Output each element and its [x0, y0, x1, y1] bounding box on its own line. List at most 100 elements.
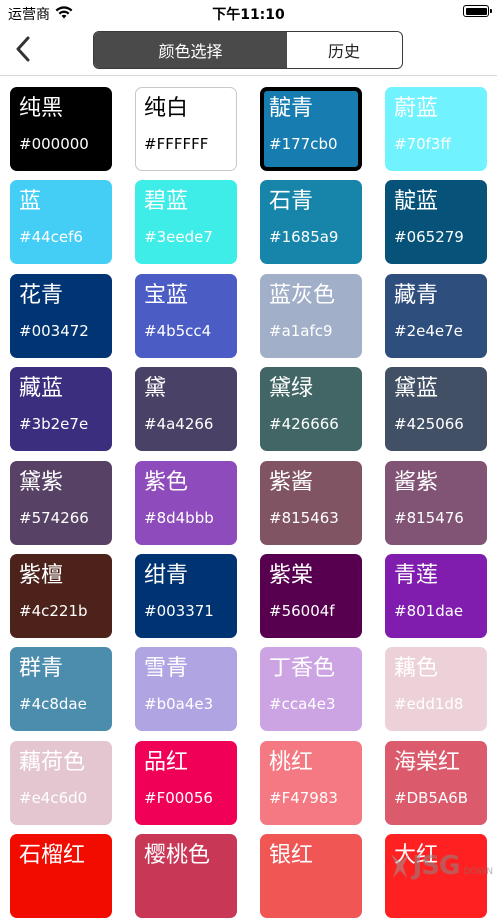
status-time: 下午11:10: [212, 7, 285, 23]
color-card[interactable]: 黛紫 #574266: [10, 461, 112, 545]
color-hex: #065279: [394, 228, 464, 246]
battery-icon: [463, 5, 492, 17]
color-hex: #3eede7: [144, 228, 213, 246]
status-bar: 运营商 下午11:10: [0, 0, 497, 26]
color-name: 雪青: [144, 656, 189, 681]
color-hex: #F47983: [269, 789, 338, 807]
color-hex: #56004f: [269, 602, 335, 620]
color-name: 纯黑: [19, 96, 64, 121]
color-card[interactable]: 品红 #F00056: [135, 741, 237, 825]
color-hex: #425066: [394, 415, 464, 433]
color-name: 绀青: [144, 563, 189, 588]
color-card[interactable]: 紫棠 #56004f: [260, 554, 362, 638]
watermark-sub: DOWN: [463, 867, 493, 877]
color-card[interactable]: 海棠红 #DB5A6B: [385, 741, 487, 825]
color-hex: #DB5A6B: [394, 789, 469, 807]
color-hex: #a1afc9: [269, 322, 333, 340]
color-card[interactable]: 酱紫 #815476: [385, 461, 487, 545]
color-card[interactable]: 蓝灰色 #a1afc9: [260, 274, 362, 358]
color-name: 黛蓝: [394, 376, 439, 401]
color-name: 紫色: [144, 470, 189, 495]
color-name: 樱桃色: [144, 843, 211, 868]
color-card[interactable]: 樱桃色: [135, 834, 237, 918]
color-hex: #8d4bbb: [144, 509, 214, 527]
color-card[interactable]: 藏蓝 #3b2e7e: [10, 367, 112, 451]
color-card[interactable]: 藏青 #2e4e7e: [385, 274, 487, 358]
color-name: 纯白: [144, 96, 189, 121]
color-card[interactable]: 黛蓝 #425066: [385, 367, 487, 451]
color-name: 酱紫: [394, 470, 439, 495]
color-name: 宝蓝: [144, 283, 189, 308]
color-card[interactable]: 丁香色 #cca4e3: [260, 647, 362, 731]
color-card[interactable]: 蓝 #44cef6: [10, 180, 112, 264]
color-card[interactable]: 紫檀 #4c221b: [10, 554, 112, 638]
color-hex: #574266: [19, 509, 89, 527]
tab-history[interactable]: 历史: [287, 32, 401, 68]
watermark-text: JSG: [412, 851, 461, 881]
color-name: 石榴红: [19, 843, 86, 868]
color-hex: #815463: [269, 509, 339, 527]
color-hex: #3b2e7e: [19, 415, 89, 433]
color-name: 花青: [19, 283, 64, 308]
battery-level: [465, 7, 487, 15]
color-hex: #4a4266: [144, 415, 214, 433]
color-card[interactable]: 靛蓝 #065279: [385, 180, 487, 264]
color-hex: #b0a4e3: [144, 695, 214, 713]
color-card[interactable]: 桃红 #F47983: [260, 741, 362, 825]
color-card[interactable]: 蔚蓝 #70f3ff: [385, 87, 487, 171]
color-card[interactable]: 黛 #4a4266: [135, 367, 237, 451]
color-name: 银红: [269, 843, 314, 868]
color-name: 蔚蓝: [394, 96, 439, 121]
segmented-control: 颜色选择 历史: [93, 31, 403, 69]
color-card[interactable]: 花青 #003472: [10, 274, 112, 358]
color-name: 丁香色: [269, 656, 336, 681]
color-hex: #70f3ff: [394, 135, 451, 153]
color-card[interactable]: 绀青 #003371: [135, 554, 237, 638]
color-card[interactable]: 银红: [260, 834, 362, 918]
color-hex: #1685a9: [269, 228, 339, 246]
color-card[interactable]: 靛青 #177cb0: [260, 87, 362, 171]
color-hex: #2e4e7e: [394, 322, 463, 340]
color-name: 紫棠: [269, 563, 314, 588]
color-card[interactable]: 宝蓝 #4b5cc4: [135, 274, 237, 358]
watermark-icon: [390, 854, 409, 878]
color-name: 藕荷色: [19, 750, 86, 775]
color-name: 黛绿: [269, 376, 314, 401]
color-card[interactable]: 碧蓝 #3eede7: [135, 180, 237, 264]
color-hex: #FFFFFF: [144, 135, 209, 153]
color-name: 海棠红: [394, 750, 461, 775]
color-card[interactable]: 紫酱 #815463: [260, 461, 362, 545]
color-name: 青莲: [394, 563, 439, 588]
watermark-logo: JSG DOWN: [389, 851, 493, 881]
color-card[interactable]: 石榴红: [10, 834, 112, 918]
color-hex: #4c8dae: [19, 695, 87, 713]
color-name: 藏蓝: [19, 376, 64, 401]
color-card[interactable]: 群青 #4c8dae: [10, 647, 112, 731]
color-card[interactable]: 纯黑 #000000: [10, 87, 112, 171]
color-card[interactable]: 藕色 #edd1d8: [385, 647, 487, 731]
color-hex: #003472: [19, 322, 89, 340]
color-name: 藕色: [394, 656, 439, 681]
color-hex: #426666: [269, 415, 339, 433]
color-card[interactable]: 纯白 #FFFFFF: [135, 87, 237, 171]
chevron-left-icon: [15, 36, 31, 66]
color-hex: #815476: [394, 509, 464, 527]
color-name: 靛蓝: [394, 189, 439, 214]
back-button[interactable]: [8, 34, 38, 68]
color-hex: #177cb0: [269, 135, 338, 153]
color-name: 紫檀: [19, 563, 64, 588]
navigation-bar: 颜色选择 历史: [0, 26, 497, 76]
color-hex: #4c221b: [19, 602, 88, 620]
color-card[interactable]: 紫色 #8d4bbb: [135, 461, 237, 545]
color-card[interactable]: 石青 #1685a9: [260, 180, 362, 264]
tab-color-select[interactable]: 颜色选择: [94, 32, 287, 68]
color-card[interactable]: 雪青 #b0a4e3: [135, 647, 237, 731]
color-name: 桃红: [269, 750, 314, 775]
color-name: 靛青: [269, 96, 314, 121]
color-hex: #44cef6: [19, 228, 83, 246]
color-card[interactable]: 青莲 #801dae: [385, 554, 487, 638]
color-card[interactable]: 黛绿 #426666: [260, 367, 362, 451]
color-name: 黛紫: [19, 470, 64, 495]
color-card[interactable]: 藕荷色 #e4c6d0: [10, 741, 112, 825]
color-name: 蓝: [19, 189, 42, 214]
